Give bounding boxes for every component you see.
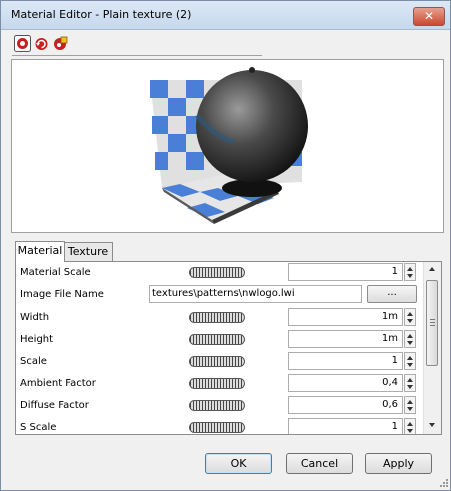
drag-knob[interactable]: [189, 267, 245, 278]
spin-up-icon[interactable]: [407, 267, 413, 271]
spin-up-icon[interactable]: [407, 400, 413, 404]
preview-sphere: [196, 70, 308, 182]
spin-down-icon[interactable]: [407, 363, 413, 367]
spin-up-icon[interactable]: [407, 356, 413, 360]
value-field[interactable]: 1: [288, 352, 403, 370]
ok-button[interactable]: OK: [205, 453, 272, 474]
property-label: S Scale: [20, 422, 57, 433]
value-field[interactable]: 0,4: [288, 374, 403, 392]
property-row: Diffuse Factor 0,6: [16, 395, 422, 417]
scroll-thumb[interactable]: [426, 280, 438, 366]
close-icon: ✕: [423, 9, 435, 23]
property-label: Height: [20, 334, 54, 345]
tab-material[interactable]: Material: [15, 241, 65, 262]
value-field[interactable]: 1m: [288, 308, 403, 326]
cancel-button[interactable]: Cancel: [286, 453, 353, 474]
spin-down-icon[interactable]: [407, 274, 413, 278]
spin-down-icon[interactable]: [407, 319, 413, 323]
toolbar: [12, 33, 262, 55]
property-row: Height 1m: [16, 329, 422, 351]
value-field[interactable]: 1: [288, 263, 403, 281]
resize-grip-icon[interactable]: [439, 478, 449, 488]
property-row: Ambient Factor 0,4: [16, 373, 422, 395]
property-label: Diffuse Factor: [20, 400, 89, 411]
spin-down-icon[interactable]: [407, 385, 413, 389]
drag-knob[interactable]: [189, 422, 245, 433]
spin-buttons[interactable]: [404, 263, 416, 281]
material-editor-window: Material Editor - Plain texture (2) ✕ Ma…: [0, 0, 451, 491]
close-button[interactable]: ✕: [413, 7, 445, 26]
spin-buttons[interactable]: [404, 352, 416, 370]
title-bar[interactable]: Material Editor - Plain texture (2) ✕: [1, 1, 450, 30]
grip-icon: [430, 319, 435, 320]
spin-up-icon[interactable]: [407, 378, 413, 382]
preview-scene: [150, 67, 308, 224]
spin-down-icon[interactable]: [407, 341, 413, 345]
property-row: Scale 1: [16, 351, 422, 373]
apply-button[interactable]: Apply: [365, 453, 432, 474]
property-row: S Scale 1: [16, 417, 422, 434]
spin-buttons[interactable]: [404, 418, 416, 434]
browse-button[interactable]: ...: [367, 285, 417, 303]
spin-buttons[interactable]: [404, 308, 416, 326]
spin-down-icon[interactable]: [407, 407, 413, 411]
properties-panel: Material Scale 1 Image File Name texture…: [15, 261, 442, 435]
scroll-up-icon[interactable]: [429, 267, 435, 271]
property-row: Width 1m: [16, 307, 422, 329]
property-label: Scale: [20, 356, 47, 367]
spin-up-icon[interactable]: [407, 334, 413, 338]
window-title: Material Editor - Plain texture (2): [11, 8, 192, 21]
spin-up-icon[interactable]: [407, 312, 413, 316]
property-label: Ambient Factor: [20, 378, 96, 389]
spin-down-icon[interactable]: [407, 429, 413, 433]
spin-buttons[interactable]: [404, 396, 416, 414]
drag-knob[interactable]: [189, 312, 245, 323]
spin-buttons[interactable]: [404, 374, 416, 392]
scroll-down-icon[interactable]: [429, 423, 435, 427]
grip-icon: [430, 325, 435, 326]
reset-icon[interactable]: [33, 35, 50, 52]
toolbar-divider: [12, 55, 262, 56]
value-field[interactable]: 0,6: [288, 396, 403, 414]
value-field[interactable]: 1m: [288, 330, 403, 348]
property-row: Material Scale 1: [16, 262, 422, 284]
spin-up-icon[interactable]: [407, 422, 413, 426]
property-row: Image File Name textures\patterns\nwlogo…: [16, 284, 422, 306]
drag-knob[interactable]: [189, 356, 245, 367]
properties-scrollbar[interactable]: [423, 262, 441, 434]
property-label: Width: [20, 312, 50, 323]
render-icon[interactable]: [14, 35, 31, 52]
grip-icon: [430, 322, 435, 323]
spin-buttons[interactable]: [404, 330, 416, 348]
property-label: Material Scale: [20, 267, 91, 278]
material-library-icon[interactable]: [52, 35, 69, 52]
drag-knob[interactable]: [189, 378, 245, 389]
file-name-field[interactable]: textures\patterns\nwlogo.lwi: [149, 285, 362, 303]
tab-texture[interactable]: Texture: [63, 242, 113, 262]
value-field[interactable]: 1: [288, 418, 403, 434]
drag-knob[interactable]: [189, 334, 245, 345]
property-label: Image File Name: [20, 289, 104, 300]
material-preview: [11, 59, 444, 233]
drag-knob[interactable]: [189, 400, 245, 411]
